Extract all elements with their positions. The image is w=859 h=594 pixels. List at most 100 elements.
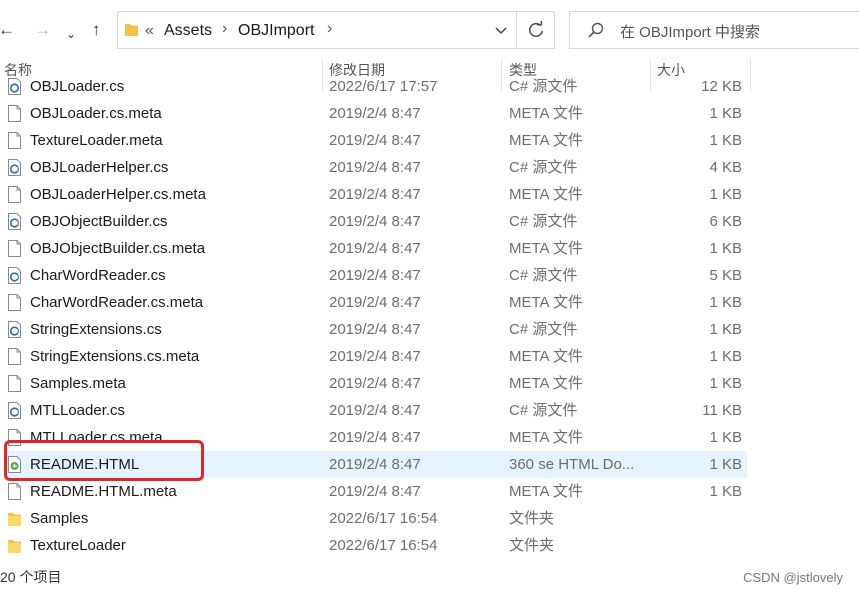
file-date: 2019/2/4 8:47 [329, 348, 421, 365]
status-item-count: 20 个项目 [0, 569, 62, 585]
file-size: 5 KB [709, 267, 742, 284]
file-row-partial[interactable]: OBJLoader.cs 2022/6/17 17:57 C# 源文件 12 K… [0, 76, 859, 100]
file-name: Samples [30, 510, 89, 527]
file-date: 2019/2/4 8:47 [329, 159, 421, 176]
file-row[interactable]: OBJLoaderHelper.cs.meta 2019/2/4 8:47 META… [0, 181, 859, 208]
file-size: 11 KB [702, 402, 742, 419]
file-row[interactable]: CharWordReader.cs.meta 2019/2/4 8:47 META … [0, 289, 859, 316]
csharp-file-icon [8, 402, 21, 419]
file-size: 1 KB [709, 132, 742, 149]
file-icon [8, 186, 21, 203]
file-date: 2022/6/17 16:54 [329, 510, 438, 527]
file-row[interactable]: TextureLoader.meta 2019/2/4 8:47 META 文件 1 … [0, 127, 859, 154]
file-date: 2019/2/4 8:47 [329, 240, 421, 257]
file-name: CharWordReader.cs.meta [30, 294, 204, 311]
file-size: 1 KB [709, 483, 742, 500]
file-size: 4 KB [709, 159, 742, 176]
file-name: OBJLoaderHelper.cs [30, 159, 169, 176]
file-name: OBJObjectBuilder.cs [30, 213, 168, 230]
csharp-file-icon [8, 321, 21, 338]
search-input[interactable]: 在 OBJImport 中搜索 [620, 21, 760, 42]
red-annotation-box [4, 440, 204, 481]
file-type: 文件夹 [509, 510, 555, 527]
file-icon [8, 483, 21, 500]
refresh-button[interactable] [517, 11, 555, 49]
folder-icon [8, 513, 21, 526]
file-row[interactable]: TextureLoader 2022/6/17 16:54 文件夹 [0, 532, 859, 559]
file-date: 2019/2/4 8:47 [329, 483, 421, 500]
file-type: META 文件 [509, 186, 583, 203]
file-type: META 文件 [509, 375, 583, 392]
file-type: META 文件 [509, 240, 583, 257]
file-row[interactable]: OBJObjectBuilder.cs.meta 2019/2/4 8:47 MET… [0, 235, 859, 262]
file-type: 文件夹 [509, 537, 555, 554]
csharp-file-icon [8, 213, 21, 230]
file-row[interactable]: Samples 2022/6/17 16:54 文件夹 [0, 505, 859, 532]
file-type: C# 源文件 [509, 213, 578, 230]
chevron-down-icon[interactable] [494, 23, 508, 37]
file-type: META 文件 [509, 294, 583, 311]
file-name: CharWordReader.cs [30, 267, 166, 284]
breadcrumb-chevron-icon[interactable]: › [222, 20, 227, 38]
recent-locations-icon[interactable]: ⌄ [66, 22, 76, 46]
file-type: C# 源文件 [509, 159, 578, 176]
file-row[interactable]: OBJLoaderHelper.cs 2019/2/4 8:47 C# 源文件 4 K… [0, 154, 859, 181]
file-date: 2019/2/4 8:47 [329, 375, 421, 392]
breadcrumb-overflow[interactable]: « [145, 21, 154, 41]
file-date: 2019/2/4 8:47 [329, 321, 421, 338]
file-list: OBJLoader.cs 2022/6/17 17:57 C# 源文件 12 K… [0, 76, 859, 560]
file-date: 2019/2/4 8:47 [329, 213, 421, 230]
file-size: 1 KB [709, 348, 742, 365]
file-name: TextureLoader [30, 537, 126, 554]
file-date: 2022/6/17 17:57 [329, 78, 438, 95]
address-bar[interactable]: « Assets › OBJImport › [117, 11, 517, 49]
csharp-file-icon [8, 267, 21, 284]
file-date: 2019/2/4 8:47 [329, 429, 421, 446]
csharp-file-icon [8, 159, 21, 176]
file-row[interactable]: StringExtensions.cs.meta 2019/2/4 8:47 MET… [0, 343, 859, 370]
file-size: 12 KB [701, 78, 742, 95]
file-row[interactable]: README.HTML.meta 2019/2/4 8:47 META 文件 1 KB [0, 478, 859, 505]
file-type: C# 源文件 [509, 321, 578, 338]
breadcrumb-objimport[interactable]: OBJImport [238, 21, 314, 41]
file-date: 2019/2/4 8:47 [329, 456, 421, 473]
file-type: C# 源文件 [509, 78, 578, 95]
file-icon [8, 294, 21, 311]
file-size: 1 KB [709, 186, 742, 203]
csharp-file-icon [8, 78, 21, 95]
file-date: 2019/2/4 8:47 [329, 105, 421, 122]
file-size: 1 KB [709, 375, 742, 392]
file-name: StringExtensions.cs [30, 321, 162, 338]
up-button[interactable]: ↑ [92, 18, 101, 42]
file-row[interactable]: StringExtensions.cs 2019/2/4 8:47 C# 源文件 1 … [0, 316, 859, 343]
file-size: 1 KB [709, 105, 742, 122]
file-date: 2019/2/4 8:47 [329, 267, 421, 284]
file-type: 360 se HTML Do... [509, 456, 635, 473]
refresh-icon [529, 21, 544, 37]
forward-button[interactable]: → [34, 18, 51, 42]
file-size: 6 KB [709, 213, 742, 230]
search-box[interactable]: 在 OBJImport 中搜索 [569, 11, 859, 49]
file-type: META 文件 [509, 429, 583, 446]
file-icon [8, 132, 21, 149]
file-size: 1 KB [709, 429, 742, 446]
file-row[interactable]: OBJLoader.cs.meta 2019/2/4 8:47 META 文件 1 K… [0, 100, 859, 127]
back-button[interactable]: ← [0, 18, 15, 42]
file-icon [8, 240, 21, 257]
file-row[interactable]: OBJObjectBuilder.cs 2019/2/4 8:47 C# 源文件 6 … [0, 208, 859, 235]
file-row[interactable]: CharWordReader.cs 2019/2/4 8:47 C# 源文件 5 KB [0, 262, 859, 289]
search-icon [588, 22, 604, 38]
file-icon [8, 348, 21, 365]
breadcrumb-assets[interactable]: Assets [164, 21, 212, 41]
folder-icon [125, 24, 138, 36]
folder-icon [8, 540, 21, 553]
file-type: C# 源文件 [509, 267, 578, 284]
file-row[interactable]: MTLLoader.cs 2019/2/4 8:47 C# 源文件 11 KB [0, 397, 859, 424]
file-size: 1 KB [709, 240, 742, 257]
file-name: Samples.meta [30, 375, 126, 392]
file-type: META 文件 [509, 132, 583, 149]
breadcrumb-chevron-icon[interactable]: › [327, 20, 332, 38]
file-size: 1 KB [709, 321, 742, 338]
file-row[interactable]: Samples.meta 2019/2/4 8:47 META 文件 1 KB [0, 370, 859, 397]
file-size: 1 KB [709, 294, 742, 311]
